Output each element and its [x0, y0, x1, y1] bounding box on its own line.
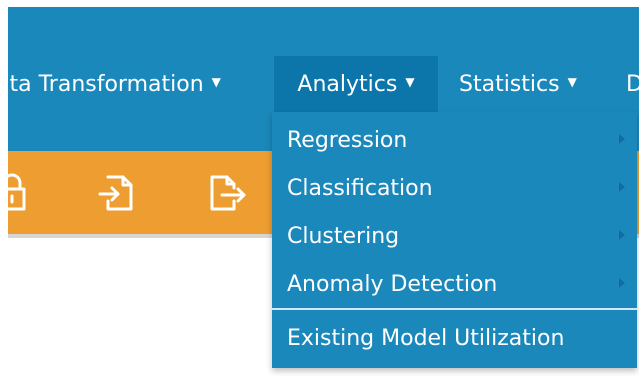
- submenu-arrow-icon: [619, 230, 625, 240]
- menu-item-clustering[interactable]: Clustering: [272, 212, 637, 260]
- menu-item-label: Classification: [287, 175, 433, 201]
- nav-next-item[interactable]: D: [626, 56, 639, 112]
- menu-item-classification[interactable]: Classification: [272, 164, 637, 212]
- nav-analytics-label: Analytics: [297, 71, 398, 97]
- file-export-icon[interactable]: [208, 173, 248, 213]
- lock-icon[interactable]: [0, 173, 34, 213]
- app-window: ata Transformation ▼ Analytics ▼ Statist…: [0, 0, 639, 376]
- file-import-icon[interactable]: [96, 173, 136, 213]
- submenu-arrow-icon: [619, 134, 625, 144]
- menu-item-anomaly-detection[interactable]: Anomaly Detection: [272, 260, 637, 308]
- menu-item-label: Anomaly Detection: [287, 271, 498, 297]
- menu-divider: [272, 308, 637, 310]
- caret-down-icon: ▼: [405, 75, 415, 89]
- nav-statistics-label: Statistics: [459, 71, 560, 97]
- menu-item-label: Regression: [287, 127, 408, 153]
- menu-item-regression[interactable]: Regression: [272, 116, 637, 164]
- window-top-edge: [0, 0, 639, 7]
- submenu-arrow-icon: [619, 278, 625, 288]
- caret-down-icon: ▼: [211, 75, 221, 89]
- nav-analytics[interactable]: Analytics ▼: [274, 56, 438, 112]
- menu-item-label: Existing Model Utilization: [287, 325, 565, 351]
- nav-statistics[interactable]: Statistics ▼: [459, 56, 577, 112]
- caret-down-icon: ▼: [567, 75, 577, 89]
- nav-data-transformation[interactable]: ata Transformation ▼: [0, 56, 221, 112]
- menu-item-existing-model-utilization[interactable]: Existing Model Utilization: [272, 312, 637, 364]
- submenu-arrow-icon: [619, 182, 625, 192]
- nav-next-item-label: D: [626, 71, 639, 97]
- analytics-dropdown-menu: Regression Classification Clustering Ano…: [272, 112, 637, 368]
- menu-item-label: Clustering: [287, 223, 400, 249]
- nav-data-transformation-label: ata Transformation: [0, 71, 204, 97]
